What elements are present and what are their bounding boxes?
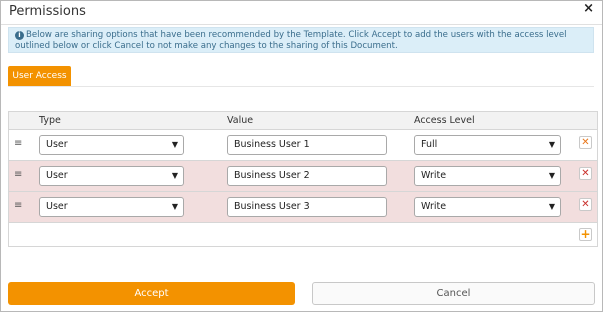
type-select-value: User bbox=[46, 170, 68, 181]
tab-user-access[interactable]: User Access bbox=[8, 66, 71, 86]
user-access-table: Type Value Access Level ≡ User ▼ Busines… bbox=[8, 111, 598, 247]
header-value: Value bbox=[227, 115, 254, 126]
tab-divider bbox=[8, 86, 594, 87]
permissions-dialog: Permissions × i Below are sharing options… bbox=[0, 0, 603, 312]
access-level-value: Write bbox=[421, 170, 447, 181]
close-icon[interactable]: × bbox=[583, 1, 594, 16]
drag-handle-icon[interactable]: ≡ bbox=[14, 169, 22, 180]
dropdown-arrow-icon: ▼ bbox=[548, 140, 555, 149]
dropdown-arrow-icon: ▼ bbox=[171, 140, 178, 149]
cancel-button[interactable]: Cancel bbox=[312, 282, 595, 305]
access-level-select[interactable]: Full ▼ bbox=[414, 135, 561, 155]
header-type: Type bbox=[39, 115, 61, 126]
table-row: ≡ User ▼ Business User 2 Write ▼ ✕ bbox=[9, 161, 597, 192]
table-row: ≡ User ▼ Business User 3 Write ▼ ✕ bbox=[9, 192, 597, 223]
add-row-icon[interactable]: + bbox=[579, 228, 592, 241]
remove-row-icon[interactable]: ✕ bbox=[579, 136, 592, 149]
dropdown-arrow-icon: ▼ bbox=[548, 171, 555, 180]
table-row: ≡ User ▼ Business User 1 Full ▼ ✕ bbox=[9, 130, 597, 161]
value-input[interactable]: Business User 2 bbox=[227, 166, 387, 186]
table-header: Type Value Access Level bbox=[9, 112, 597, 130]
dropdown-arrow-icon: ▼ bbox=[171, 202, 178, 211]
value-input[interactable]: Business User 1 bbox=[227, 135, 387, 155]
access-level-value: Write bbox=[421, 201, 447, 212]
type-select[interactable]: User ▼ bbox=[39, 135, 184, 155]
dropdown-arrow-icon: ▼ bbox=[548, 202, 555, 211]
title-divider bbox=[1, 24, 602, 25]
remove-row-icon[interactable]: ✕ bbox=[579, 167, 592, 180]
access-level-select[interactable]: Write ▼ bbox=[414, 197, 561, 217]
dialog-title: Permissions bbox=[9, 4, 86, 19]
remove-row-icon[interactable]: ✕ bbox=[579, 198, 592, 211]
dropdown-arrow-icon: ▼ bbox=[171, 171, 178, 180]
access-level-value: Full bbox=[421, 139, 438, 150]
drag-handle-icon[interactable]: ≡ bbox=[14, 138, 22, 149]
type-select[interactable]: User ▼ bbox=[39, 166, 184, 186]
info-icon: i bbox=[15, 31, 24, 40]
type-select-value: User bbox=[46, 139, 68, 150]
info-text: Below are sharing options that have been… bbox=[15, 30, 567, 51]
type-select-value: User bbox=[46, 201, 68, 212]
drag-handle-icon[interactable]: ≡ bbox=[14, 200, 22, 211]
accept-button[interactable]: Accept bbox=[8, 282, 295, 305]
access-level-select[interactable]: Write ▼ bbox=[414, 166, 561, 186]
value-input[interactable]: Business User 3 bbox=[227, 197, 387, 217]
header-access-level: Access Level bbox=[414, 115, 475, 126]
info-banner: i Below are sharing options that have bee… bbox=[8, 27, 594, 53]
type-select[interactable]: User ▼ bbox=[39, 197, 184, 217]
